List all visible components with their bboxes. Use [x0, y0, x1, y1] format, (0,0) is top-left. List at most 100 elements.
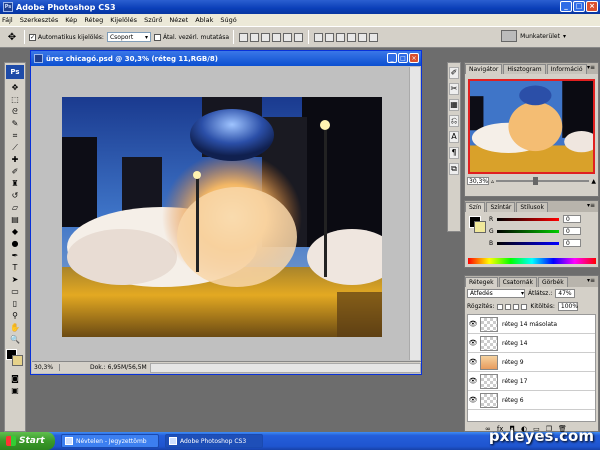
menu-edit[interactable]: Szerkesztés — [20, 16, 58, 24]
menu-select[interactable]: Kijelölés — [110, 16, 137, 24]
history-brush-tool-icon[interactable]: ↺ — [7, 190, 23, 201]
align-left-icon[interactable] — [272, 32, 282, 42]
dodge-tool-icon[interactable]: ● — [7, 238, 23, 249]
tab-color[interactable]: Szín — [465, 202, 486, 212]
slice-tool-icon[interactable]: ⟋ — [7, 142, 23, 153]
document-maximize-button[interactable]: □ — [398, 53, 408, 63]
photoshop-logo[interactable]: Ps — [6, 65, 24, 79]
navigator-thumbnail[interactable] — [468, 79, 595, 174]
background-color-swatch[interactable] — [474, 221, 486, 233]
eye-icon[interactable]: 👁 — [468, 358, 478, 366]
dock-paragraph-icon[interactable]: ¶ — [449, 147, 459, 159]
workspace-switcher[interactable]: Munkaterület ▾ — [501, 30, 566, 42]
dock-clone-source-icon[interactable]: ⧉ — [449, 163, 459, 175]
red-track[interactable] — [497, 217, 559, 221]
green-track[interactable] — [497, 229, 559, 233]
zoom-level[interactable]: 30,3% — [32, 364, 60, 371]
pen-tool-icon[interactable]: ✒ — [7, 250, 23, 261]
zoom-slider-knob[interactable] — [533, 177, 539, 185]
shape-tool-icon[interactable]: ▭ — [7, 286, 23, 297]
color-swatches[interactable] — [469, 216, 487, 234]
red-slider[interactable]: R 0 — [489, 215, 597, 223]
layer-row[interactable]: 👁 réteg 6 — [468, 391, 595, 410]
notes-tool-icon[interactable]: ▯ — [7, 298, 23, 309]
dock-history-icon[interactable]: ⎌ — [449, 115, 459, 127]
align-middle-icon[interactable] — [250, 32, 260, 42]
color-swatches[interactable] — [6, 349, 24, 369]
maximize-button[interactable]: □ — [573, 1, 585, 12]
eye-icon[interactable]: 👁 — [468, 320, 478, 328]
zoom-slider[interactable] — [496, 177, 590, 185]
opacity-value[interactable]: 47% — [555, 289, 576, 298]
dock-tool-presets-icon[interactable]: ✂ — [449, 83, 459, 95]
vertical-scrollbar[interactable] — [409, 67, 420, 360]
background-color-swatch[interactable] — [12, 355, 23, 366]
tab-channels[interactable]: Csatornák — [498, 277, 537, 287]
quick-mask-icon[interactable]: ◙ — [7, 373, 23, 384]
lasso-tool-icon[interactable]: ᘓ — [7, 106, 23, 117]
distribute-bottom-icon[interactable] — [336, 32, 346, 42]
panel-menu-icon[interactable]: ▾≡ — [587, 64, 595, 71]
layer-row[interactable]: 👁 réteg 17 — [468, 372, 595, 391]
move-tool-icon[interactable]: ✥ — [4, 30, 20, 44]
navigator-zoom-value[interactable]: 30,3% — [467, 177, 489, 185]
blue-slider[interactable]: B 0 — [489, 239, 597, 247]
eye-icon[interactable]: 👁 — [468, 377, 478, 385]
layer-row[interactable]: 👁 réteg 14 másolata — [468, 315, 595, 334]
blend-mode-dropdown[interactable]: Átfedés ▾ — [467, 289, 525, 298]
align-center-icon[interactable] — [283, 32, 293, 42]
blue-value[interactable]: 0 — [563, 239, 581, 247]
move-tool-icon[interactable]: ✥ — [7, 82, 23, 93]
document-size-info[interactable]: Dok.: 6,95M/56,5M — [60, 364, 147, 371]
dock-brush-icon[interactable]: ✐ — [449, 67, 459, 79]
screen-mode-icon[interactable]: ▣ — [7, 385, 23, 396]
tab-histogram[interactable]: Hisztogram — [503, 64, 546, 74]
panel-menu-icon[interactable]: ▾≡ — [587, 277, 595, 284]
tab-styles[interactable]: Stílusok — [516, 202, 548, 212]
blur-tool-icon[interactable]: ◆ — [7, 226, 23, 237]
green-slider[interactable]: G 0 — [489, 227, 597, 235]
close-button[interactable]: × — [586, 1, 598, 12]
lock-pixels-icon[interactable] — [505, 303, 512, 310]
color-spectrum-bar[interactable] — [468, 258, 596, 264]
auto-select-checkbox[interactable]: ✓ — [29, 33, 36, 41]
menu-help[interactable]: Súgó — [220, 16, 236, 24]
distribute-right-icon[interactable] — [369, 32, 379, 42]
document-artwork[interactable] — [62, 97, 382, 337]
red-value[interactable]: 0 — [563, 215, 581, 223]
distribute-center-icon[interactable] — [358, 32, 368, 42]
menu-filter[interactable]: Szűrő — [144, 16, 162, 24]
lock-all-icon[interactable] — [521, 303, 528, 310]
eye-icon[interactable]: 👁 — [468, 396, 478, 404]
tab-layers[interactable]: Rétegek — [465, 277, 498, 287]
horizontal-scrollbar[interactable] — [150, 362, 421, 373]
green-value[interactable]: 0 — [563, 227, 581, 235]
document-minimize-button[interactable]: _ — [387, 53, 397, 63]
canvas-area[interactable] — [32, 67, 410, 360]
taskbar-item-photoshop[interactable]: Adobe Photoshop CS3 — [165, 434, 263, 448]
minimize-button[interactable]: _ — [560, 1, 572, 12]
eye-icon[interactable]: 👁 — [468, 339, 478, 347]
menu-window[interactable]: Ablak — [195, 16, 213, 24]
menu-image[interactable]: Kép — [65, 16, 77, 24]
crop-tool-icon[interactable]: ⌗ — [7, 130, 23, 141]
brush-tool-icon[interactable]: ✐ — [7, 166, 23, 177]
gradient-tool-icon[interactable]: ▤ — [7, 214, 23, 225]
fill-value[interactable]: 100% — [557, 302, 578, 311]
tab-navigator[interactable]: Navigátor — [465, 64, 503, 74]
align-right-icon[interactable] — [294, 32, 304, 42]
stamp-tool-icon[interactable]: ♜ — [7, 178, 23, 189]
auto-select-dropdown[interactable]: Csoport ▾ — [106, 32, 151, 42]
tab-info[interactable]: Információ — [546, 64, 587, 74]
panel-menu-icon[interactable]: ▾≡ — [587, 202, 595, 209]
document-title-bar[interactable]: üres chicagó.psd @ 30,3% (réteg 11,RGB/8… — [31, 51, 421, 66]
layer-row[interactable]: 👁 réteg 9 — [468, 353, 595, 372]
align-bottom-icon[interactable] — [261, 32, 271, 42]
eraser-tool-icon[interactable]: ▱ — [7, 202, 23, 213]
taskbar-item-notepad[interactable]: Névtelen - Jegyzettömb — [61, 434, 159, 448]
dock-layer-comps-icon[interactable]: ▦ — [449, 99, 459, 111]
menu-view[interactable]: Nézet — [169, 16, 188, 24]
zoom-in-icon[interactable]: ▲ — [591, 178, 596, 185]
tab-swatches[interactable]: Színtár — [486, 202, 516, 212]
distribute-top-icon[interactable] — [314, 32, 324, 42]
